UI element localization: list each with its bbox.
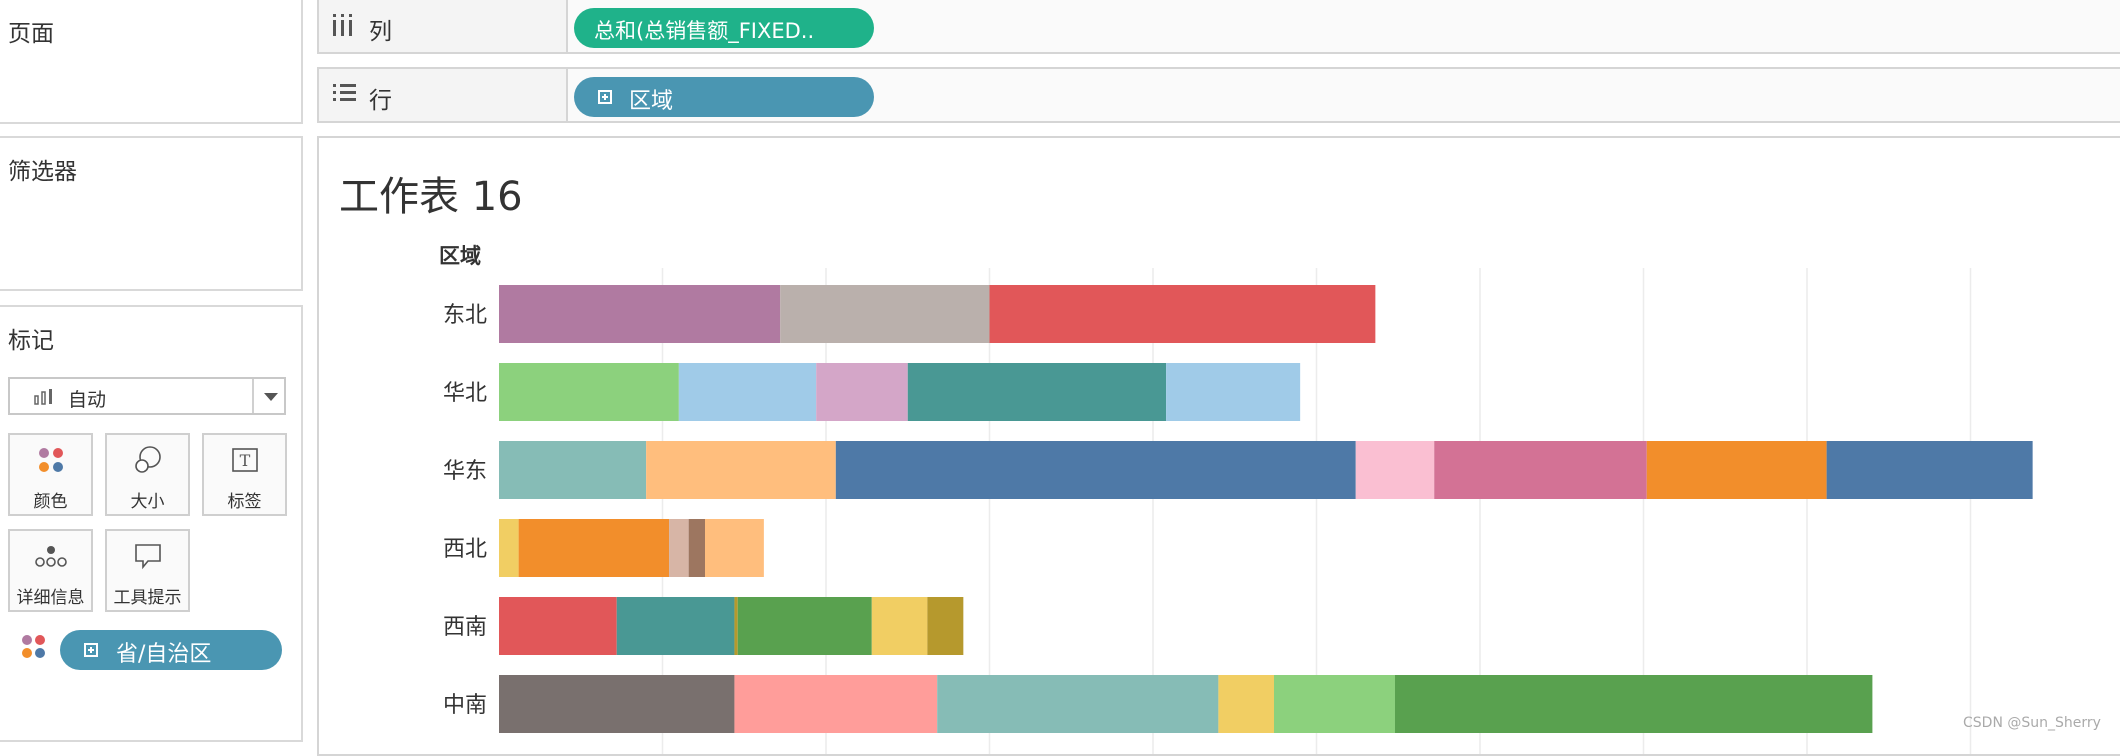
bar-segment[interactable] — [871, 597, 928, 655]
tooltip-icon — [107, 541, 188, 571]
bar-segment[interactable] — [780, 285, 990, 343]
bar-segment[interactable] — [499, 363, 679, 421]
bar-segment[interactable] — [499, 519, 519, 577]
rows-dimension-pill[interactable]: 区域 — [574, 77, 874, 117]
category-label[interactable]: 华东 — [443, 459, 487, 484]
detail-icon — [10, 541, 91, 571]
columns-shelf-header: 列 — [319, 0, 568, 52]
bar-segment[interactable] — [678, 363, 817, 421]
bar-segment[interactable] — [1434, 441, 1647, 499]
color-button[interactable]: 颜色 — [8, 433, 93, 516]
category-label[interactable]: 中南 — [443, 693, 487, 718]
columns-shelf-label: 列 — [369, 19, 392, 45]
marks-type-dropdown[interactable]: 自动 — [8, 377, 286, 415]
bar-segment[interactable] — [518, 519, 670, 577]
dropdown-separator — [252, 379, 254, 413]
bar-segment[interactable] — [1646, 441, 1827, 499]
tooltip-button[interactable]: 工具提示 — [105, 529, 190, 612]
rows-shelf: 行 区域 — [317, 67, 2120, 123]
detail-button-label: 详细信息 — [16, 588, 85, 608]
bar-segment[interactable] — [927, 597, 964, 655]
category-label[interactable]: 东北 — [443, 303, 487, 328]
bar-segment[interactable] — [907, 363, 1167, 421]
bar-segment[interactable] — [669, 519, 689, 577]
bar-segment[interactable] — [688, 519, 706, 577]
size-button-label: 大小 — [130, 492, 165, 512]
bar-segment[interactable] — [499, 597, 617, 655]
chevron-down-icon[interactable] — [264, 393, 278, 401]
color-icon — [10, 445, 91, 475]
size-icon — [107, 445, 188, 475]
color-button-label: 颜色 — [33, 492, 68, 512]
category-label[interactable]: 西南 — [443, 615, 487, 640]
label-button-label: 标签 — [227, 492, 262, 512]
color-legend-icon — [20, 633, 48, 665]
bar-segment[interactable] — [737, 597, 872, 655]
bar-segment[interactable] — [646, 441, 836, 499]
columns-measure-pill[interactable]: 总和(总销售额_FIXED.. — [574, 8, 874, 48]
bar-segment[interactable] — [499, 285, 781, 343]
filters-title: 筛选器 — [8, 159, 77, 185]
svg-text:T: T — [239, 451, 250, 470]
rows-icon — [331, 81, 357, 109]
category-label[interactable]: 华北 — [443, 381, 487, 406]
bar-segment[interactable] — [734, 597, 738, 655]
size-button[interactable]: 大小 — [105, 433, 190, 516]
tooltip-button-label: 工具提示 — [113, 588, 182, 608]
bar-segment[interactable] — [937, 675, 1219, 733]
label-icon: T — [204, 445, 285, 475]
expand-icon[interactable] — [84, 643, 98, 657]
bar-segment[interactable] — [499, 441, 647, 499]
bar-segment[interactable] — [835, 441, 1356, 499]
columns-icon — [331, 12, 355, 42]
expand-icon[interactable] — [598, 90, 612, 104]
rows-shelf-label: 行 — [369, 88, 392, 114]
color-field-pill[interactable]: 省/自治区 — [60, 630, 282, 670]
label-button[interactable]: T 标签 — [202, 433, 287, 516]
columns-shelf: 列 总和(总销售额_FIXED.. — [317, 0, 2120, 54]
bar-segment[interactable] — [705, 519, 764, 577]
stacked-bar-chart: 东北华北华东西北西南中南 — [443, 268, 2033, 754]
bar-segment[interactable] — [1273, 675, 1395, 733]
bar-segment[interactable] — [616, 597, 735, 655]
bar-chart-icon — [34, 389, 54, 409]
filters-card[interactable]: 筛选器 — [0, 136, 303, 291]
bar-segment[interactable] — [734, 675, 938, 733]
marks-title: 标记 — [8, 328, 54, 354]
worksheet-view: 工作表 16 区域 东北 华北 华东 西北 西南 中南 — [317, 136, 2120, 756]
rows-shelf-header: 行 — [319, 69, 568, 121]
pages-card: 页面 — [0, 0, 303, 124]
bar-segment[interactable] — [1826, 441, 2033, 499]
columns-measure-label: 总和(总销售额_FIXED.. — [594, 19, 815, 43]
detail-button[interactable]: 详细信息 — [8, 529, 93, 612]
bar-segment[interactable] — [1355, 441, 1435, 499]
bar-segment[interactable] — [1218, 675, 1274, 733]
marks-type-label: 自动 — [68, 389, 107, 411]
color-field-label: 省/自治区 — [116, 642, 212, 667]
bar-segment[interactable] — [1394, 675, 1873, 733]
rows-dimension-label: 区域 — [629, 89, 674, 114]
bar-segment[interactable] — [816, 363, 908, 421]
bar-segment[interactable] — [1166, 363, 1301, 421]
category-label[interactable]: 西北 — [443, 537, 487, 562]
bar-segment[interactable] — [499, 675, 735, 733]
marks-card: 标记 自动 颜色 大小 T 标签 详细信息 工具提示 省/自治区 — [0, 305, 303, 742]
pages-title: 页面 — [8, 21, 54, 47]
watermark: CSDN @Sun_Sherry — [1963, 715, 2101, 731]
bar-segment[interactable] — [989, 285, 1376, 343]
